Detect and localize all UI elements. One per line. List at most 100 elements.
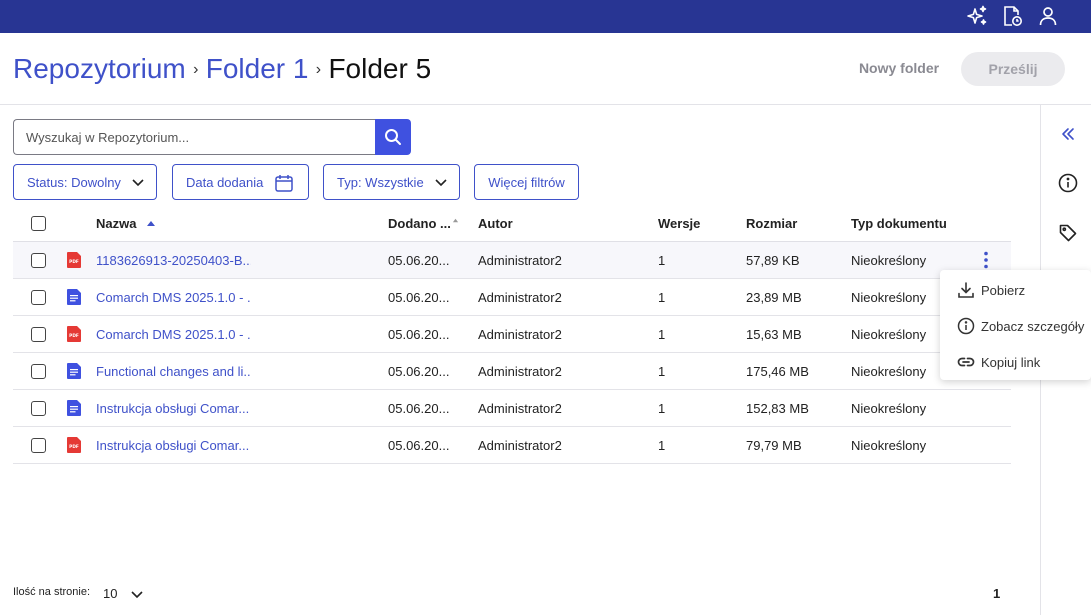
column-header-size[interactable]: Rozmiar (746, 206, 797, 241)
chevron-down-icon[interactable] (130, 587, 144, 601)
collapse-panel-icon[interactable] (1057, 123, 1079, 145)
cell-name[interactable]: Comarch DMS 2025.1.0 - ... (96, 316, 251, 352)
info-icon[interactable] (1057, 172, 1079, 194)
table-row[interactable]: PDF Comarch DMS 2025.1.0 - ... 05.06.20...… (13, 316, 1011, 353)
cell-versions: 1 (658, 363, 666, 379)
cell-added: 05.06.20... (388, 363, 450, 379)
cell-name[interactable]: 1183626913-20250403-B... (96, 242, 251, 278)
search-button[interactable] (375, 119, 411, 155)
cell-document-type: Nieokreślony (851, 363, 927, 379)
column-header-document-type[interactable]: Typ dokumentu (851, 206, 947, 241)
cell-document-type: Nieokreślony (851, 326, 927, 342)
cell-added: 05.06.20... (388, 252, 450, 268)
breadcrumb-link-repozytorium[interactable]: Repozytorium (13, 53, 186, 84)
calendar-icon (275, 175, 293, 192)
row-checkbox[interactable] (31, 437, 46, 453)
cell-author: Administrator2 (478, 400, 562, 416)
column-header-name[interactable]: Nazwa (96, 206, 156, 241)
table-row[interactable]: Instrukcja obsługi Comar... 05.06.20... Ad… (13, 390, 1011, 427)
search-input[interactable] (13, 119, 376, 155)
type-filter-label: Typ: Wszystkie (337, 174, 424, 190)
new-folder-button[interactable]: Nowy folder (850, 52, 948, 84)
doc-file-icon (67, 363, 81, 379)
column-header-author[interactable]: Autor (478, 206, 513, 241)
cell-author: Administrator2 (478, 363, 562, 379)
table-row[interactable]: PDF 1183626913-20250403-B... 05.06.20... Ad… (13, 242, 1011, 279)
info-icon (957, 317, 975, 335)
menu-item-view-details[interactable]: Zobacz szczegóły (940, 308, 1091, 344)
row-checkbox[interactable] (31, 289, 46, 305)
download-icon (958, 282, 974, 298)
breadcrumb-link-folder-1[interactable]: Folder 1 (206, 53, 309, 84)
top-bar (0, 0, 1091, 33)
cell-size: 152,83 MB (746, 400, 809, 416)
cell-author: Administrator2 (478, 437, 562, 453)
select-all-checkbox[interactable] (31, 216, 46, 231)
pdf-file-icon: PDF (67, 326, 81, 342)
tag-icon[interactable] (1057, 222, 1079, 244)
document-clock-icon[interactable] (1000, 4, 1024, 28)
cell-versions: 1 (658, 326, 666, 342)
cell-added: 05.06.20... (388, 326, 450, 342)
cell-document-type: Nieokreślony (851, 289, 927, 305)
search-icon (385, 129, 401, 145)
cell-added: 05.06.20... (388, 437, 450, 453)
row-checkbox[interactable] (31, 400, 46, 416)
pdf-file-icon: PDF (67, 252, 81, 268)
more-vertical-icon (984, 251, 988, 269)
cell-author: Administrator2 (478, 289, 562, 305)
documents-table: Nazwa Dodano ... Autor Wersje Rozmiar Ty… (13, 206, 1011, 464)
search-bar (13, 119, 411, 155)
table-row[interactable]: Comarch DMS 2025.1.0 - ... 05.06.20... Adm… (13, 279, 1011, 316)
row-checkbox[interactable] (31, 252, 46, 268)
current-page[interactable]: 1 (993, 586, 1000, 601)
menu-item-label: Kopiuj link (981, 354, 1041, 370)
table-row[interactable]: Functional changes and li... 05.06.20... A… (13, 353, 1011, 390)
cell-size: 15,63 MB (746, 326, 802, 342)
menu-item-copy-link[interactable]: Kopiuj link (940, 344, 1091, 380)
cell-name[interactable]: Comarch DMS 2025.1.0 - ... (96, 279, 251, 315)
menu-item-label: Pobierz (981, 282, 1026, 298)
svg-text:PDF: PDF (69, 444, 79, 450)
cell-versions: 1 (658, 252, 666, 268)
cell-versions: 1 (658, 400, 666, 416)
cell-added: 05.06.20... (388, 289, 450, 305)
cell-name[interactable]: Instrukcja obsługi Comar... (96, 390, 251, 426)
cell-name[interactable]: Functional changes and li... (96, 353, 251, 389)
breadcrumb: Repozytorium › Folder 1 › Folder 5 (13, 53, 431, 86)
cell-document-type: Nieokreślony (851, 437, 927, 453)
user-icon[interactable] (1036, 4, 1060, 28)
more-filters-button[interactable]: Więcej filtrów (474, 164, 579, 200)
date-filter[interactable]: Data dodania (172, 164, 309, 200)
svg-text:PDF: PDF (69, 333, 79, 339)
cell-document-type: Nieokreślony (851, 400, 927, 416)
status-filter[interactable]: Status: Dowolny (13, 164, 157, 200)
status-filter-label: Status: Dowolny (27, 174, 121, 190)
row-checkbox[interactable] (31, 363, 46, 379)
cell-size: 23,89 MB (746, 289, 802, 305)
column-header-versions[interactable]: Wersje (658, 206, 700, 241)
svg-text:PDF: PDF (69, 259, 79, 265)
sparkles-icon[interactable] (965, 4, 989, 28)
cell-size: 79,79 MB (746, 437, 802, 453)
row-context-menu: Pobierz Zobacz szczegóły Kopiuj link (940, 270, 1091, 380)
sort-ascending-icon (147, 220, 156, 226)
cell-versions: 1 (658, 437, 666, 453)
page-header: Repozytorium › Folder 1 › Folder 5 Nowy fold… (0, 33, 1091, 105)
cell-author: Administrator2 (478, 326, 562, 342)
cell-versions: 1 (658, 289, 666, 305)
sort-indicator-icon (452, 218, 458, 223)
menu-item-label: Zobacz szczegóły (981, 318, 1085, 334)
table-header: Nazwa Dodano ... Autor Wersje Rozmiar Ty… (13, 206, 1011, 242)
type-filter[interactable]: Typ: Wszystkie (323, 164, 460, 200)
page-size-select[interactable]: 10 (103, 586, 117, 601)
column-header-added[interactable]: Dodano ... (388, 206, 459, 241)
menu-item-download[interactable]: Pobierz (940, 272, 1091, 308)
cell-name[interactable]: Instrukcja obsługi Comar... (96, 427, 251, 463)
page-size-label: Ilość na stronie: (13, 586, 91, 598)
pdf-file-icon: PDF (67, 437, 81, 453)
row-checkbox[interactable] (31, 326, 46, 342)
upload-button[interactable]: Prześlij (961, 52, 1065, 86)
table-row[interactable]: PDF Instrukcja obsługi Comar... 05.06.20..… (13, 427, 1011, 464)
chevron-right-icon: › (315, 61, 322, 78)
